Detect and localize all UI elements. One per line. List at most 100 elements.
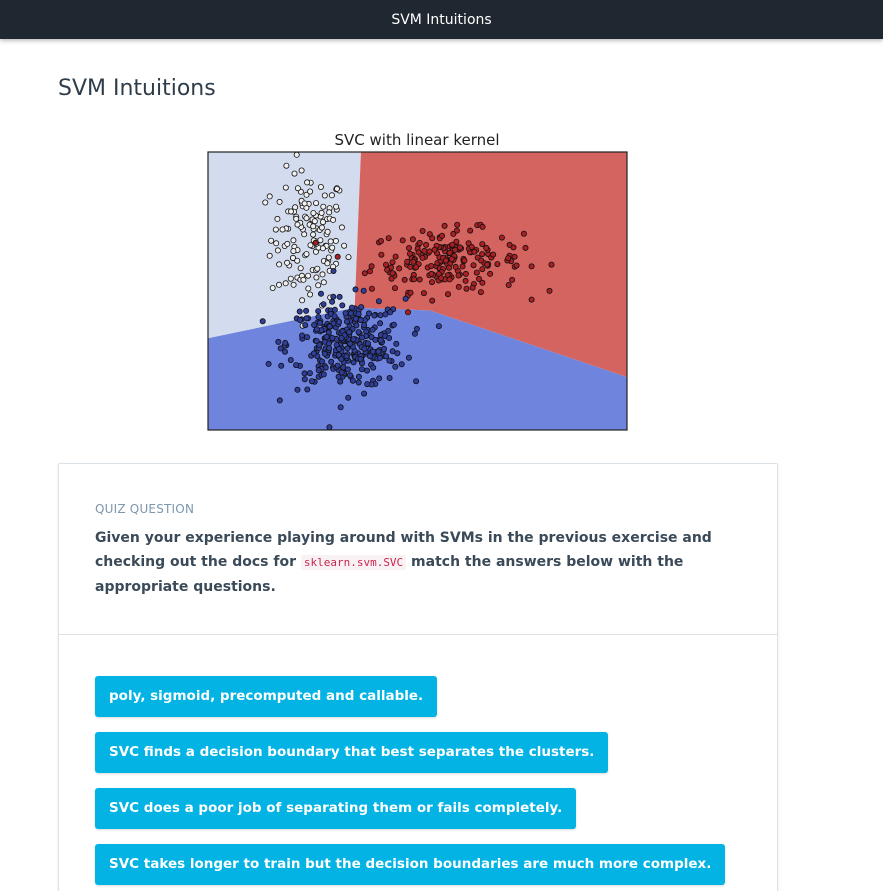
point-blue [294, 386, 301, 393]
point-blue [329, 298, 336, 305]
point-red [404, 258, 411, 265]
point-red [409, 236, 416, 243]
point-red [448, 255, 455, 262]
point-blue [389, 348, 396, 355]
point-white [305, 272, 312, 279]
chart-title: SVC with linear kernel [335, 131, 500, 149]
point-white [276, 261, 283, 268]
point-red [528, 296, 535, 303]
point-red [368, 263, 375, 270]
point-white [274, 247, 281, 254]
point-white [293, 215, 300, 222]
answer-chip[interactable]: SVC finds a decision boundary that best … [95, 732, 609, 773]
point-blue [364, 381, 371, 388]
point-blue [259, 318, 266, 325]
point-red [420, 290, 427, 297]
point-white [303, 251, 310, 258]
point-blue [357, 356, 364, 363]
point-red [510, 244, 517, 251]
point-red [479, 279, 486, 286]
point-white [320, 203, 327, 210]
quiz-header: QUIZ QUESTION Given your experience play… [95, 502, 735, 599]
point-blue [276, 397, 283, 404]
point-white [320, 279, 327, 286]
point-white [291, 170, 298, 177]
point-red [454, 221, 461, 228]
point-blue [301, 370, 308, 377]
point-white [317, 184, 324, 191]
point-white [325, 254, 332, 261]
point-red [416, 239, 423, 246]
point-red [388, 275, 395, 282]
point-red [511, 253, 518, 260]
point-blue [265, 360, 272, 367]
point-white [329, 244, 336, 251]
answer-chip[interactable]: poly, sigmoid, precomputed and callable. [95, 676, 438, 717]
point-white [310, 210, 317, 217]
point-red [483, 244, 490, 251]
point-red [455, 272, 462, 279]
point-white [332, 237, 339, 244]
point-red [509, 276, 516, 283]
point-red [449, 241, 456, 248]
point-red [399, 237, 406, 244]
point-white [301, 231, 308, 238]
point-red [428, 262, 435, 269]
point-blue [382, 311, 389, 318]
point-blue [363, 367, 370, 374]
point-blue [358, 366, 365, 373]
point-blue [347, 340, 354, 347]
point-white [341, 242, 348, 249]
point-red [468, 244, 475, 251]
point-blue [303, 307, 310, 314]
point-red [384, 266, 391, 273]
point-white [319, 245, 326, 252]
point-red [419, 228, 426, 235]
point-white [266, 193, 273, 200]
point-white [319, 219, 326, 226]
point-blue [380, 345, 387, 352]
point-blue [349, 377, 356, 384]
point-white [299, 297, 306, 304]
point-white [290, 248, 297, 255]
point-red [404, 309, 411, 316]
point-blue [306, 370, 313, 377]
point-white [269, 284, 276, 291]
point-red [389, 259, 396, 266]
point-white [333, 185, 340, 192]
point-blue [315, 313, 322, 320]
point-blue [361, 321, 368, 328]
point-blue [282, 339, 289, 346]
answer-chip[interactable]: SVC takes longer to train but the decisi… [95, 844, 726, 885]
point-red [455, 283, 462, 290]
point-red [452, 263, 459, 270]
point-blue [299, 332, 306, 339]
point-blue [346, 329, 353, 336]
point-white [287, 275, 294, 282]
point-red [522, 244, 529, 251]
point-red [452, 246, 459, 253]
point-red [439, 232, 446, 239]
point-blue [336, 293, 343, 300]
answer-chip[interactable]: SVC does a poor job of separating them o… [95, 788, 577, 829]
point-red [546, 287, 553, 294]
point-blue [386, 374, 393, 381]
point-white [314, 265, 321, 272]
point-blue [413, 325, 420, 332]
point-red [467, 227, 474, 234]
point-blue [375, 348, 382, 355]
point-red [446, 276, 453, 283]
point-white [310, 223, 317, 230]
point-blue [293, 362, 300, 369]
point-blue [405, 354, 412, 361]
app-header: SVM Intuitions [0, 0, 883, 39]
point-red [459, 263, 466, 270]
point-blue [344, 345, 351, 352]
point-red [377, 238, 384, 245]
point-blue [411, 330, 418, 337]
point-red [479, 266, 486, 273]
point-blue [308, 378, 315, 385]
point-blue [313, 337, 320, 344]
point-white [282, 280, 289, 287]
point-blue [326, 345, 333, 352]
